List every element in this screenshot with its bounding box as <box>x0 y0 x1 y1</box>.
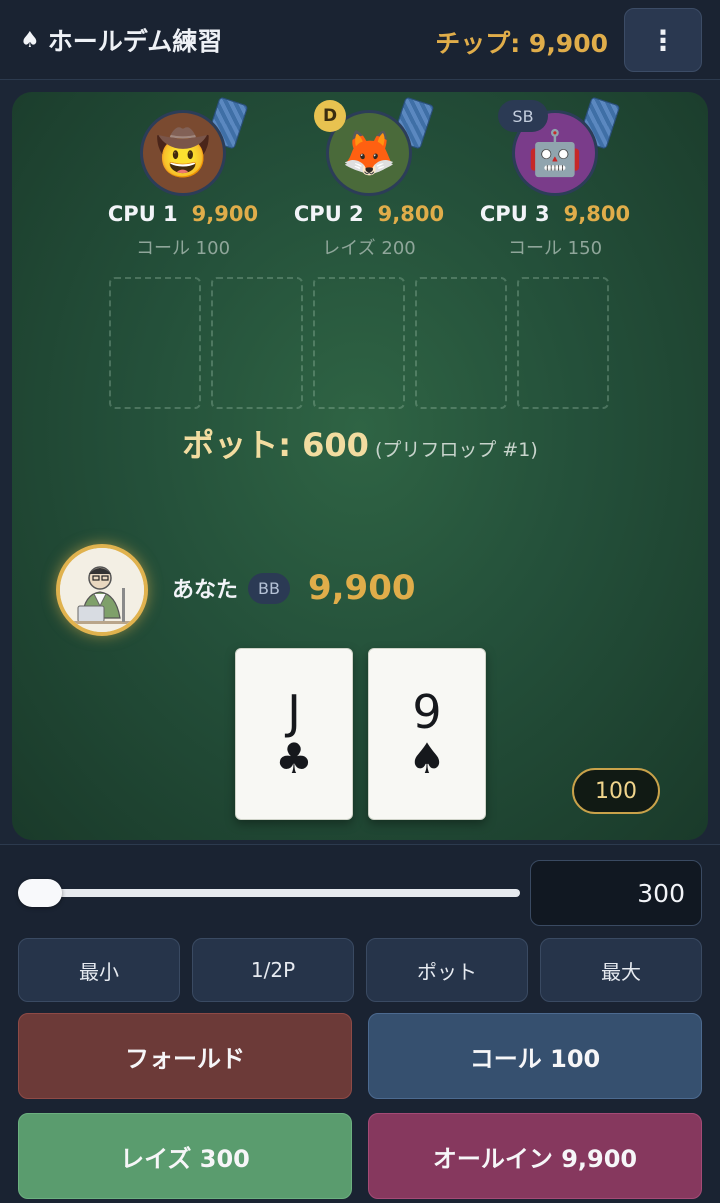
player-last-action: コール 100 <box>135 238 231 259</box>
player-stack: 9,800 <box>377 202 445 226</box>
poker-table: 🤠 CPU 1 9,900 コール 100 D 🦊 CPU 2 9,800 レイズ … <box>12 92 708 840</box>
fold-button[interactable]: フォールド <box>18 1013 352 1099</box>
preset-half-pot-button[interactable]: 1/2P <box>192 938 354 1002</box>
community-card-slot <box>211 277 303 409</box>
pot-display: ポット: 600 (プリフロップ #1) <box>12 420 708 466</box>
club-icon: ♣ <box>275 734 313 783</box>
player-last-action: コール 150 <box>507 238 603 259</box>
bet-slider-track[interactable] <box>20 889 520 897</box>
community-card-slot <box>109 277 201 409</box>
player-stack: 9,800 <box>563 202 631 226</box>
avatar: 🤠 <box>140 110 226 196</box>
street-label: (プリフロップ #1) <box>374 439 538 461</box>
community-card-slot <box>415 277 507 409</box>
person-at-laptop-icon <box>60 548 144 632</box>
big-blind-badge: BB <box>248 572 290 604</box>
app-title-text: ホールデム練習 <box>47 27 223 56</box>
hero-info: あなた BB 9,900 <box>172 568 416 608</box>
opponent-seat-cpu2: D 🦊 CPU 2 9,800 レイズ 200 <box>279 96 459 260</box>
small-blind-badge: SB <box>498 100 548 132</box>
raise-button[interactable]: レイズ 300 <box>18 1113 352 1199</box>
dealer-button-badge: D <box>314 100 346 132</box>
player-name: CPU 2 <box>293 202 364 226</box>
community-card-slot <box>517 277 609 409</box>
bet-slider-thumb[interactable] <box>18 879 62 907</box>
card-rank: J <box>287 685 301 739</box>
call-button[interactable]: コール 100 <box>368 1013 702 1099</box>
opponent-seat-cpu3: SB 🤖 CPU 3 9,800 コール 150 <box>465 96 645 260</box>
spade-icon: ♠ <box>408 734 446 783</box>
player-last-action: レイズ 200 <box>322 238 416 259</box>
spade-icon: ♠ <box>20 27 40 53</box>
app-title: ♠ ホールデム練習 <box>20 22 222 58</box>
chip-count: チップ: 9,900 <box>435 29 608 58</box>
community-cards <box>109 277 609 409</box>
menu-button[interactable]: ⋮ <box>624 8 702 72</box>
player-stack: 9,900 <box>191 202 259 226</box>
hero-avatar <box>56 544 148 636</box>
hole-card-1: J ♣ <box>235 648 353 820</box>
pot-amount: ポット: 600 <box>182 426 369 464</box>
preset-max-button[interactable]: 最大 <box>540 938 702 1002</box>
hero-bet-chip: 100 <box>572 768 660 814</box>
player-name: CPU 3 <box>479 202 550 226</box>
more-vertical-icon: ⋮ <box>649 23 677 57</box>
hole-card-2: 9 ♠ <box>368 648 486 820</box>
opponent-seat-cpu1: 🤠 CPU 1 9,900 コール 100 <box>93 96 273 260</box>
top-bar: ♠ ホールデム練習 チップ: 9,900 ⋮ <box>0 0 720 80</box>
player-name: CPU 1 <box>107 202 178 226</box>
hero-stack: 9,900 <box>307 568 416 608</box>
preset-pot-button[interactable]: ポット <box>366 938 528 1002</box>
bet-amount-input[interactable] <box>530 860 702 926</box>
card-rank: 9 <box>412 685 442 739</box>
hero-name: あなた <box>172 578 239 603</box>
preset-min-button[interactable]: 最小 <box>18 938 180 1002</box>
all-in-button[interactable]: オールイン 9,900 <box>368 1113 702 1199</box>
community-card-slot <box>313 277 405 409</box>
